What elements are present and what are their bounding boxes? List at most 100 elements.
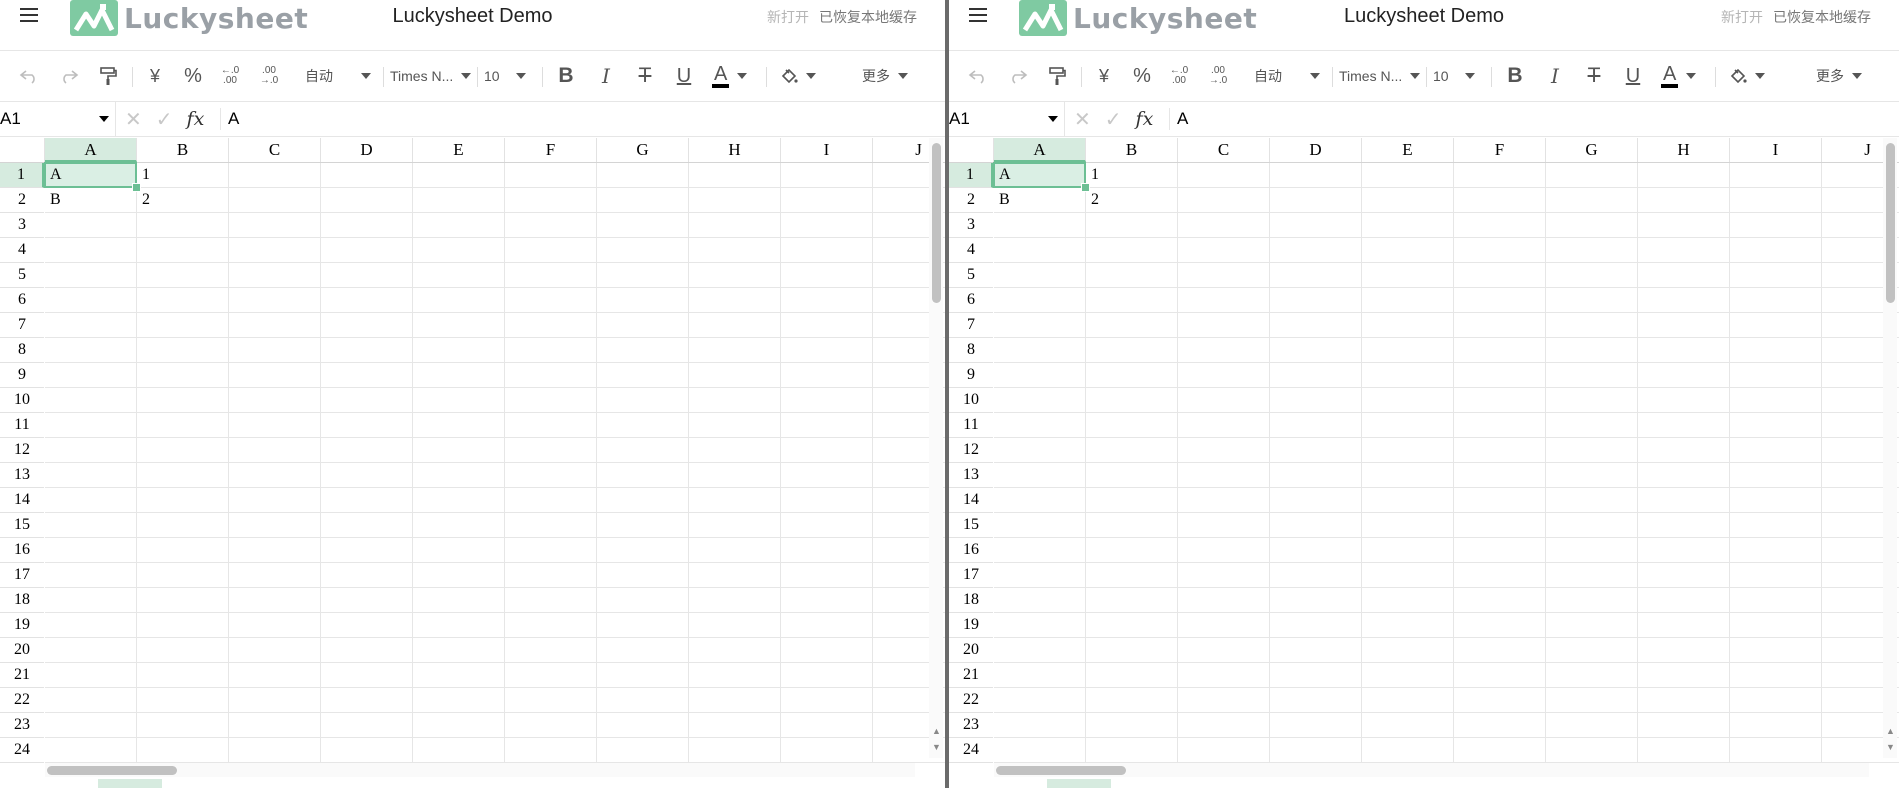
horizontal-scrollbar[interactable]: [994, 763, 1869, 777]
row-header-2[interactable]: 2: [0, 188, 44, 213]
row-header-3[interactable]: 3: [949, 213, 993, 238]
format-painter-button[interactable]: [93, 61, 123, 91]
vertical-scrollbar[interactable]: ▲ ▼: [929, 138, 943, 758]
row-header-17[interactable]: 17: [0, 563, 44, 588]
row-header-20[interactable]: 20: [0, 638, 44, 663]
currency-format-button[interactable]: ¥: [140, 61, 170, 91]
name-box[interactable]: A1: [949, 102, 1065, 136]
row-header-12[interactable]: 12: [0, 438, 44, 463]
row-header-3[interactable]: 3: [0, 213, 44, 238]
font-family-select[interactable]: Times N...: [1339, 61, 1424, 91]
fill-color-button[interactable]: [1729, 61, 1779, 91]
column-header-e[interactable]: E: [413, 138, 505, 162]
cancel-edit-icon[interactable]: ✕: [1074, 107, 1091, 132]
corner-cell[interactable]: [0, 138, 45, 162]
row-header-23[interactable]: 23: [949, 713, 993, 738]
redo-button[interactable]: [54, 61, 84, 91]
row-header-8[interactable]: 8: [949, 338, 993, 363]
font-color-button[interactable]: A: [712, 61, 762, 91]
horizontal-scrollbar[interactable]: [45, 763, 915, 777]
vertical-scrollbar[interactable]: ▲ ▼: [1883, 138, 1897, 758]
row-header-11[interactable]: 11: [949, 413, 993, 438]
column-header-c[interactable]: C: [229, 138, 321, 162]
cell-b2[interactable]: 2: [137, 188, 150, 212]
cell-a1[interactable]: A: [994, 163, 1011, 187]
column-header-h[interactable]: H: [1638, 138, 1730, 162]
scroll-up-arrow-icon[interactable]: ▲: [1886, 726, 1895, 736]
row-header-16[interactable]: 16: [949, 538, 993, 563]
sheet-tab-indicator[interactable]: [1047, 779, 1111, 788]
row-header-21[interactable]: 21: [0, 663, 44, 688]
column-header-e[interactable]: E: [1362, 138, 1454, 162]
row-header-19[interactable]: 19: [0, 613, 44, 638]
column-header-d[interactable]: D: [321, 138, 413, 162]
row-header-10[interactable]: 10: [0, 388, 44, 413]
percent-format-button[interactable]: %: [1127, 61, 1157, 91]
row-header-24[interactable]: 24: [949, 738, 993, 763]
row-header-24[interactable]: 24: [0, 738, 44, 763]
cell-a1[interactable]: A: [45, 163, 62, 187]
row-header-1[interactable]: 1: [949, 163, 993, 188]
row-header-23[interactable]: 23: [0, 713, 44, 738]
row-header-10[interactable]: 10: [949, 388, 993, 413]
row-header-11[interactable]: 11: [0, 413, 44, 438]
undo-button[interactable]: [963, 61, 993, 91]
confirm-edit-icon[interactable]: ✓: [1105, 107, 1122, 132]
sheet-tab-indicator[interactable]: [98, 779, 162, 788]
number-format-select[interactable]: 自动: [1254, 61, 1334, 91]
column-header-i[interactable]: I: [781, 138, 873, 162]
currency-format-button[interactable]: ¥: [1089, 61, 1119, 91]
column-header-f[interactable]: F: [1454, 138, 1546, 162]
row-header-19[interactable]: 19: [949, 613, 993, 638]
more-menu-button[interactable]: 更多: [1809, 61, 1869, 91]
strikethrough-button[interactable]: T: [1579, 61, 1609, 91]
row-header-8[interactable]: 8: [0, 338, 44, 363]
undo-button[interactable]: [14, 61, 44, 91]
more-menu-button[interactable]: 更多: [855, 61, 915, 91]
column-header-h[interactable]: H: [689, 138, 781, 162]
row-header-13[interactable]: 13: [0, 463, 44, 488]
column-header-g[interactable]: G: [1546, 138, 1638, 162]
name-box[interactable]: A1: [0, 102, 116, 136]
underline-button[interactable]: U: [669, 61, 699, 91]
redo-button[interactable]: [1003, 61, 1033, 91]
bold-button[interactable]: B: [551, 61, 581, 91]
font-color-button[interactable]: A: [1661, 61, 1711, 91]
row-header-15[interactable]: 15: [949, 513, 993, 538]
format-painter-button[interactable]: [1042, 61, 1072, 91]
row-header-7[interactable]: 7: [0, 313, 44, 338]
fill-color-button[interactable]: [780, 61, 830, 91]
row-header-4[interactable]: 4: [949, 238, 993, 263]
cancel-edit-icon[interactable]: ✕: [125, 107, 142, 132]
vertical-scroll-thumb[interactable]: [1886, 143, 1895, 303]
decrease-decimal-button[interactable]: ←.0 .00: [215, 61, 245, 91]
scroll-down-arrow-icon[interactable]: ▼: [1886, 742, 1895, 752]
row-header-22[interactable]: 22: [949, 688, 993, 713]
row-header-9[interactable]: 9: [949, 363, 993, 388]
column-header-b[interactable]: B: [137, 138, 229, 162]
column-header-i[interactable]: I: [1730, 138, 1822, 162]
column-header-g[interactable]: G: [597, 138, 689, 162]
row-header-18[interactable]: 18: [0, 588, 44, 613]
row-header-22[interactable]: 22: [0, 688, 44, 713]
percent-format-button[interactable]: %: [178, 61, 208, 91]
number-format-select[interactable]: 自动: [305, 61, 385, 91]
row-header-4[interactable]: 4: [0, 238, 44, 263]
function-fx-icon[interactable]: fx: [1136, 108, 1154, 130]
row-header-2[interactable]: 2: [949, 188, 993, 213]
decrease-decimal-button[interactable]: ←.0 .00: [1164, 61, 1194, 91]
strikethrough-button[interactable]: T: [630, 61, 660, 91]
row-header-7[interactable]: 7: [949, 313, 993, 338]
underline-button[interactable]: U: [1618, 61, 1648, 91]
confirm-edit-icon[interactable]: ✓: [156, 107, 173, 132]
cell-b1[interactable]: 1: [1086, 163, 1099, 187]
horizontal-scroll-thumb[interactable]: [996, 766, 1126, 775]
column-header-f[interactable]: F: [505, 138, 597, 162]
row-header-15[interactable]: 15: [0, 513, 44, 538]
row-header-13[interactable]: 13: [949, 463, 993, 488]
italic-button[interactable]: I: [591, 61, 621, 91]
font-size-select[interactable]: 10: [484, 61, 534, 91]
column-header-b[interactable]: B: [1086, 138, 1178, 162]
scroll-up-arrow-icon[interactable]: ▲: [932, 726, 941, 736]
row-header-1[interactable]: 1: [0, 163, 44, 188]
